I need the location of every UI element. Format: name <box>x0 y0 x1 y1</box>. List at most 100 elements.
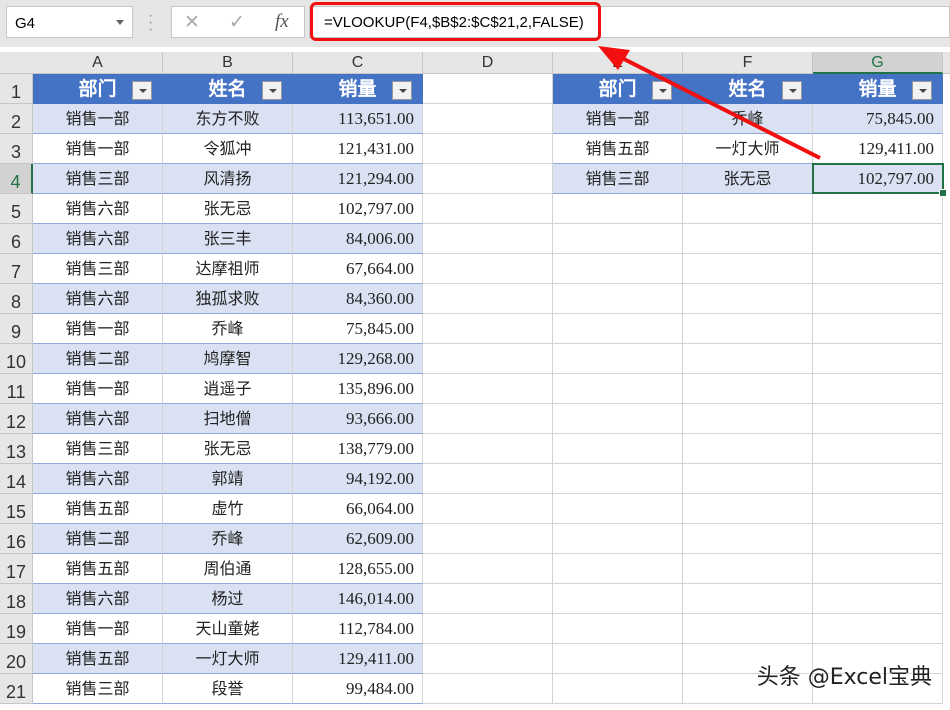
table-cell[interactable]: 令狐冲 <box>163 134 293 164</box>
table-cell[interactable]: 销售一部 <box>33 614 163 644</box>
empty-cell[interactable] <box>423 434 553 464</box>
table-cell[interactable]: 67,664.00 <box>293 254 423 284</box>
column-header-A[interactable]: A <box>33 52 163 74</box>
table-cell[interactable]: 138,779.00 <box>293 434 423 464</box>
fx-icon[interactable]: fx <box>275 11 289 33</box>
empty-cell[interactable] <box>423 674 553 704</box>
empty-cell[interactable] <box>423 194 553 224</box>
empty-cell[interactable] <box>423 494 553 524</box>
empty-cell[interactable] <box>423 614 553 644</box>
empty-cell[interactable] <box>423 584 553 614</box>
empty-cell[interactable] <box>553 494 683 524</box>
table-cell[interactable]: 乔峰 <box>163 314 293 344</box>
empty-cell[interactable] <box>683 554 813 584</box>
table-cell[interactable]: 销售三部 <box>33 254 163 284</box>
cancel-icon[interactable]: ✕ <box>184 11 200 34</box>
table-cell[interactable]: 销售一部 <box>33 104 163 134</box>
table-cell[interactable]: 销售三部 <box>33 674 163 704</box>
empty-cell[interactable] <box>813 314 943 344</box>
empty-cell[interactable] <box>423 224 553 254</box>
row-header-19[interactable]: 19 <box>0 614 33 644</box>
table-cell[interactable]: 129,411.00 <box>813 134 943 164</box>
table-cell[interactable]: 销售一部 <box>33 374 163 404</box>
empty-cell[interactable] <box>813 524 943 554</box>
empty-cell[interactable] <box>423 134 553 164</box>
enter-icon[interactable]: ✓ <box>229 11 245 34</box>
empty-cell[interactable] <box>813 494 943 524</box>
table-cell[interactable]: 乔峰 <box>163 524 293 554</box>
empty-cell[interactable] <box>423 314 553 344</box>
empty-cell[interactable] <box>553 644 683 674</box>
table-cell[interactable]: 杨过 <box>163 584 293 614</box>
row-header-9[interactable]: 9 <box>0 314 33 344</box>
table-cell[interactable]: 销售五部 <box>33 494 163 524</box>
row-header-12[interactable]: 12 <box>0 404 33 434</box>
table-cell[interactable]: 129,411.00 <box>293 644 423 674</box>
table-cell[interactable]: 虚竹 <box>163 494 293 524</box>
table-cell[interactable]: 一灯大师 <box>163 644 293 674</box>
table-cell[interactable]: 121,431.00 <box>293 134 423 164</box>
row-header-1[interactable]: 1 <box>0 74 33 104</box>
table-cell[interactable]: 66,064.00 <box>293 494 423 524</box>
empty-cell[interactable] <box>423 554 553 584</box>
table-cell[interactable]: 113,651.00 <box>293 104 423 134</box>
column-header-C[interactable]: C <box>293 52 423 74</box>
empty-cell[interactable] <box>683 434 813 464</box>
empty-cell[interactable] <box>813 434 943 464</box>
table-header-cell[interactable]: 销量 <box>293 74 423 104</box>
table-header-cell[interactable]: 销量 <box>813 74 943 104</box>
empty-cell[interactable] <box>553 254 683 284</box>
column-header-F[interactable]: F <box>683 52 813 74</box>
empty-cell[interactable] <box>553 434 683 464</box>
table-cell[interactable]: 销售六部 <box>33 464 163 494</box>
empty-cell[interactable] <box>813 374 943 404</box>
row-header-10[interactable]: 10 <box>0 344 33 374</box>
row-header-17[interactable]: 17 <box>0 554 33 584</box>
table-cell[interactable]: 84,360.00 <box>293 284 423 314</box>
empty-cell[interactable] <box>683 584 813 614</box>
empty-cell[interactable] <box>553 614 683 644</box>
row-header-6[interactable]: 6 <box>0 224 33 254</box>
table-cell[interactable]: 112,784.00 <box>293 614 423 644</box>
empty-cell[interactable] <box>553 404 683 434</box>
empty-cell[interactable] <box>683 194 813 224</box>
empty-cell[interactable] <box>813 404 943 434</box>
column-header-E[interactable]: E <box>553 52 683 74</box>
empty-cell[interactable] <box>423 404 553 434</box>
drag-handle-icon[interactable]: · · · <box>148 8 153 38</box>
empty-cell[interactable] <box>683 284 813 314</box>
empty-cell[interactable] <box>553 554 683 584</box>
table-cell[interactable]: 94,192.00 <box>293 464 423 494</box>
filter-dropdown-icon[interactable] <box>262 81 282 100</box>
empty-cell[interactable] <box>423 344 553 374</box>
row-header-20[interactable]: 20 <box>0 644 33 674</box>
table-cell[interactable]: 独孤求败 <box>163 284 293 314</box>
table-cell[interactable]: 121,294.00 <box>293 164 423 194</box>
table-header-cell[interactable]: 部门 <box>33 74 163 104</box>
column-header-B[interactable]: B <box>163 52 293 74</box>
table-cell[interactable]: 郭靖 <box>163 464 293 494</box>
table-cell[interactable]: 鸠摩智 <box>163 344 293 374</box>
table-cell[interactable]: 销售一部 <box>33 134 163 164</box>
table-header-cell[interactable]: 姓名 <box>163 74 293 104</box>
empty-cell[interactable] <box>813 284 943 314</box>
empty-cell[interactable] <box>813 344 943 374</box>
filter-dropdown-icon[interactable] <box>912 81 932 100</box>
row-header-13[interactable]: 13 <box>0 434 33 464</box>
empty-cell[interactable] <box>683 404 813 434</box>
row-header-11[interactable]: 11 <box>0 374 33 404</box>
table-cell[interactable]: 销售五部 <box>33 644 163 674</box>
table-cell[interactable]: 风清扬 <box>163 164 293 194</box>
filter-dropdown-icon[interactable] <box>132 81 152 100</box>
empty-cell[interactable] <box>423 644 553 674</box>
empty-cell[interactable] <box>553 524 683 554</box>
filter-dropdown-icon[interactable] <box>392 81 412 100</box>
table-cell[interactable]: 销售六部 <box>33 584 163 614</box>
empty-cell[interactable] <box>813 614 943 644</box>
table-cell[interactable]: 75,845.00 <box>813 104 943 134</box>
table-cell[interactable]: 张无忌 <box>163 434 293 464</box>
empty-cell[interactable] <box>553 284 683 314</box>
filter-dropdown-icon[interactable] <box>782 81 802 100</box>
empty-cell[interactable] <box>423 464 553 494</box>
empty-cell[interactable] <box>553 674 683 704</box>
